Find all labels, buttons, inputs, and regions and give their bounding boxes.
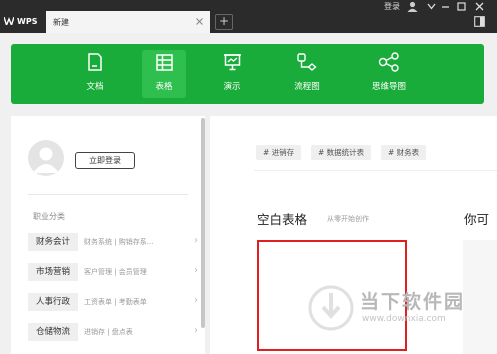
- wps-logo[interactable]: WPS: [4, 14, 37, 28]
- section-title-partial: 你可: [464, 212, 490, 227]
- user-avatar-icon: [33, 147, 59, 173]
- chevron-right-icon: ›: [194, 265, 198, 276]
- category-row-marketing[interactable]: 市场营销 客户管理 | 会员管理 ›: [28, 263, 198, 281]
- nav-item-mindmap[interactable]: 思维导图: [367, 50, 411, 98]
- category-row-logistics[interactable]: 仓储物流 进销存 | 盘点表 ›: [28, 323, 198, 341]
- watermark-url: www.downxia.com: [362, 314, 446, 324]
- category-name: 财务会计: [28, 233, 78, 251]
- top-login-link[interactable]: 登录: [384, 1, 400, 12]
- chevron-right-icon: ›: [194, 325, 198, 336]
- flowchart-icon: [297, 52, 317, 71]
- add-tab-button[interactable]: +: [215, 14, 233, 30]
- app-type-nav: 文档 表格 演示 流程图 思维导图: [11, 44, 484, 104]
- category-name: 人事行政: [28, 293, 78, 311]
- tab-new[interactable]: 新建: [46, 11, 210, 33]
- nav-label: 演示: [223, 82, 241, 92]
- category-name: 市场营销: [28, 263, 78, 281]
- minimize-icon[interactable]: [437, 0, 453, 12]
- maximize-icon[interactable]: [453, 0, 469, 12]
- tag-inventory[interactable]: # 进销存: [256, 145, 302, 160]
- sidebar-scrollbar[interactable]: [201, 118, 205, 328]
- category-row-hr[interactable]: 人事行政 工资表单 | 考勤表单 ›: [28, 293, 198, 311]
- wps-logo-icon: [4, 17, 14, 25]
- presentation-icon: [223, 54, 241, 71]
- nav-label: 表格: [155, 82, 173, 92]
- chevron-right-icon: ›: [194, 235, 198, 246]
- divider: [254, 170, 497, 171]
- nav-label: 思维导图: [371, 82, 406, 92]
- chevron-right-icon: ›: [194, 295, 198, 306]
- mindmap-icon: [378, 52, 399, 72]
- nav-item-spreadsheet[interactable]: 表格: [142, 50, 186, 98]
- nav-item-document[interactable]: 文档: [73, 50, 117, 98]
- nav-label: 文档: [86, 82, 104, 92]
- category-desc: 工资表单 | 考勤表单: [84, 298, 147, 306]
- category-desc: 进销存 | 盘点表: [84, 328, 133, 336]
- watermark-text: 当下软件园: [360, 291, 466, 313]
- watermark-logo-icon: [308, 285, 354, 331]
- user-icon[interactable]: [407, 1, 418, 12]
- panel-toggle-icon[interactable]: [474, 16, 485, 27]
- sidebar: 立即登录 职业分类 财务会计 财务系统 | 购销存系... › 市场营销 客户管…: [11, 116, 205, 354]
- nav-label: 流程图: [294, 82, 320, 92]
- tab-label: 新建: [53, 17, 69, 27]
- blank-template-title: 空白表格: [257, 212, 308, 227]
- document-icon: [88, 53, 102, 71]
- tag-finance[interactable]: # 财务表: [381, 145, 427, 160]
- nav-item-flowchart[interactable]: 流程图: [285, 50, 329, 98]
- spreadsheet-icon: [155, 53, 173, 71]
- avatar[interactable]: [28, 140, 64, 176]
- blank-template-subtitle: 从零开始创作: [327, 215, 369, 223]
- divider: [28, 194, 188, 195]
- close-icon[interactable]: [195, 17, 204, 26]
- close-icon[interactable]: [471, 0, 487, 12]
- nav-item-presentation[interactable]: 演示: [210, 50, 254, 98]
- title-bar: WPS 新建 + 登录: [0, 0, 497, 33]
- app-name: WPS: [17, 16, 38, 26]
- category-desc: 客户管理 | 会员管理: [84, 268, 147, 276]
- category-row-finance[interactable]: 财务会计 财务系统 | 购销存系... ›: [28, 233, 198, 251]
- category-title: 职业分类: [33, 212, 65, 221]
- login-button[interactable]: 立即登录: [75, 152, 135, 169]
- template-card-partial[interactable]: [463, 240, 497, 354]
- category-desc: 财务系统 | 购销存系...: [84, 238, 154, 246]
- category-name: 仓储物流: [28, 323, 78, 341]
- tag-data-stats[interactable]: # 数据统计表: [311, 145, 372, 160]
